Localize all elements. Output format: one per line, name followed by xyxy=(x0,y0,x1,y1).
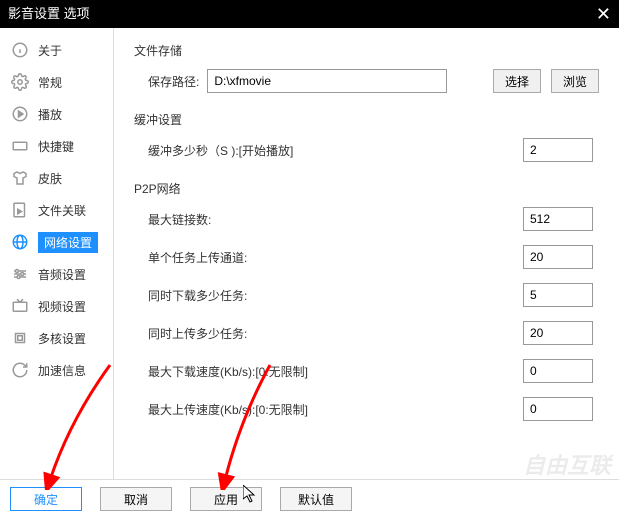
cpu-icon xyxy=(10,328,30,348)
sidebar-item-about[interactable]: 关于 xyxy=(0,34,113,66)
sidebar-item-label: 视频设置 xyxy=(38,298,86,315)
up-tasks-input[interactable] xyxy=(523,321,593,345)
sidebar-item-video[interactable]: 视频设置 xyxy=(0,290,113,322)
sidebar-item-label: 加速信息 xyxy=(38,362,86,379)
audio-icon xyxy=(10,264,30,284)
down-tasks-input[interactable] xyxy=(523,283,593,307)
upload-channel-input[interactable] xyxy=(523,245,593,269)
gear-icon xyxy=(10,72,30,92)
skin-icon xyxy=(10,168,30,188)
sidebar-item-file-assoc[interactable]: 文件关联 xyxy=(0,194,113,226)
sidebar-item-label: 关于 xyxy=(38,42,62,59)
section-file-storage: 文件存储 保存路径: 选择 浏览 xyxy=(134,42,599,93)
max-up-speed-input[interactable] xyxy=(523,397,593,421)
info-icon xyxy=(10,40,30,60)
content-panel: 文件存储 保存路径: 选择 浏览 缓冲设置 缓冲多少秒（S ):[开始播放] P… xyxy=(114,28,619,479)
sidebar-item-skin[interactable]: 皮肤 xyxy=(0,162,113,194)
down-tasks-label: 同时下载多少任务: xyxy=(134,287,247,304)
tv-icon xyxy=(10,296,30,316)
path-label: 保存路径: xyxy=(134,73,199,90)
close-icon[interactable]: ✕ xyxy=(596,0,611,28)
globe-icon xyxy=(10,232,30,252)
section-title: P2P网络 xyxy=(134,180,599,197)
sidebar: 关于 常规 播放 快捷键 皮肤 文件关联 网络设置 音频设置 xyxy=(0,28,114,479)
apply-button[interactable]: 应用 xyxy=(190,487,262,511)
sidebar-item-audio[interactable]: 音频设置 xyxy=(0,258,113,290)
sidebar-item-label: 音频设置 xyxy=(38,266,86,283)
file-icon xyxy=(10,200,30,220)
sidebar-item-network[interactable]: 网络设置 xyxy=(0,226,113,258)
max-down-speed-label: 最大下载速度(Kb/s):[0:无限制] xyxy=(134,363,308,380)
sidebar-item-label: 快捷键 xyxy=(38,138,74,155)
footer: 确定 取消 应用 默认值 xyxy=(0,480,619,518)
section-p2p: P2P网络 最大链接数: 单个任务上传通道: 同时下载多少任务: 同时上传多少任… xyxy=(134,180,599,421)
titlebar: 影音设置 选项 ✕ xyxy=(0,0,619,28)
ok-button[interactable]: 确定 xyxy=(10,487,82,511)
cancel-button[interactable]: 取消 xyxy=(100,487,172,511)
max-down-speed-input[interactable] xyxy=(523,359,593,383)
sidebar-item-accel[interactable]: 加速信息 xyxy=(0,354,113,386)
up-tasks-label: 同时上传多少任务: xyxy=(134,325,247,342)
save-path-input[interactable] xyxy=(207,69,447,93)
section-title: 缓冲设置 xyxy=(134,111,599,128)
sidebar-item-label: 播放 xyxy=(38,106,62,123)
sidebar-item-playback[interactable]: 播放 xyxy=(0,98,113,130)
refresh-icon xyxy=(10,360,30,380)
sidebar-item-multicore[interactable]: 多核设置 xyxy=(0,322,113,354)
section-title: 文件存储 xyxy=(134,42,599,59)
select-button[interactable]: 选择 xyxy=(493,69,541,93)
buffer-seconds-input[interactable] xyxy=(523,138,593,162)
sidebar-item-label: 文件关联 xyxy=(38,202,86,219)
max-up-speed-label: 最大上传速度(Kb/s):[0:无限制] xyxy=(134,401,308,418)
keyboard-icon xyxy=(10,136,30,156)
upload-channel-label: 单个任务上传通道: xyxy=(134,249,247,266)
default-button[interactable]: 默认值 xyxy=(280,487,352,511)
buffer-seconds-label: 缓冲多少秒（S ):[开始播放] xyxy=(134,142,293,159)
sidebar-item-label: 常规 xyxy=(38,74,62,91)
sidebar-item-general[interactable]: 常规 xyxy=(0,66,113,98)
section-buffer: 缓冲设置 缓冲多少秒（S ):[开始播放] xyxy=(134,111,599,162)
sidebar-item-label: 网络设置 xyxy=(38,232,98,253)
window-title: 影音设置 选项 xyxy=(8,0,90,28)
browse-button[interactable]: 浏览 xyxy=(551,69,599,93)
sidebar-item-hotkey[interactable]: 快捷键 xyxy=(0,130,113,162)
max-conn-label: 最大链接数: xyxy=(134,211,211,228)
sidebar-item-label: 皮肤 xyxy=(38,170,62,187)
max-conn-input[interactable] xyxy=(523,207,593,231)
sidebar-item-label: 多核设置 xyxy=(38,330,86,347)
play-icon xyxy=(10,104,30,124)
